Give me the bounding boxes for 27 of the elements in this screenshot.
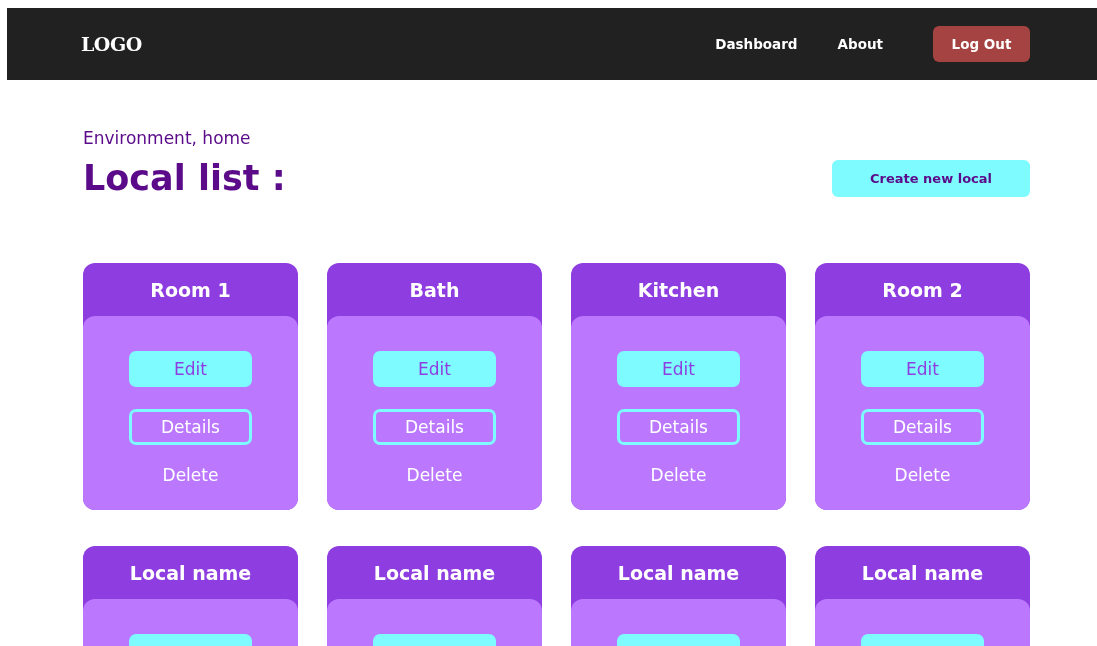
delete-link[interactable]: Delete (406, 465, 463, 485)
nav-link[interactable]: About (837, 36, 883, 52)
card-title: Room 1 (149, 277, 232, 303)
delete-link[interactable]: Delete (894, 465, 951, 485)
card-title: Local name (372, 560, 497, 586)
delete-link[interactable]: Delete (162, 465, 219, 485)
card-title: Local name (860, 560, 985, 586)
logout-button[interactable]: Log Out (933, 26, 1030, 62)
details-button[interactable]: Details (617, 409, 740, 445)
edit-button[interactable]: Edit (617, 351, 740, 387)
card-title: Kitchen (636, 277, 721, 303)
logo[interactable]: LOGO (81, 33, 142, 55)
breadcrumb: Environment, home (83, 128, 252, 148)
details-button[interactable]: Details (861, 409, 984, 445)
delete-link[interactable]: Delete (650, 465, 707, 485)
edit-button[interactable]: Edit (129, 351, 252, 387)
nav-link[interactable]: Dashboard (715, 36, 798, 52)
card-title: Local name (128, 560, 253, 586)
create-button[interactable]: Create new local (832, 159, 1030, 197)
details-button[interactable]: Details (129, 409, 252, 445)
card-title: Local name (616, 560, 741, 586)
details-button[interactable]: Details (373, 409, 496, 445)
card-title: Bath (408, 277, 461, 303)
edit-button[interactable]: Edit (373, 351, 496, 387)
page-title: Local list : (83, 158, 286, 198)
edit-button[interactable]: Edit (861, 351, 984, 387)
card-title: Room 2 (881, 277, 964, 303)
